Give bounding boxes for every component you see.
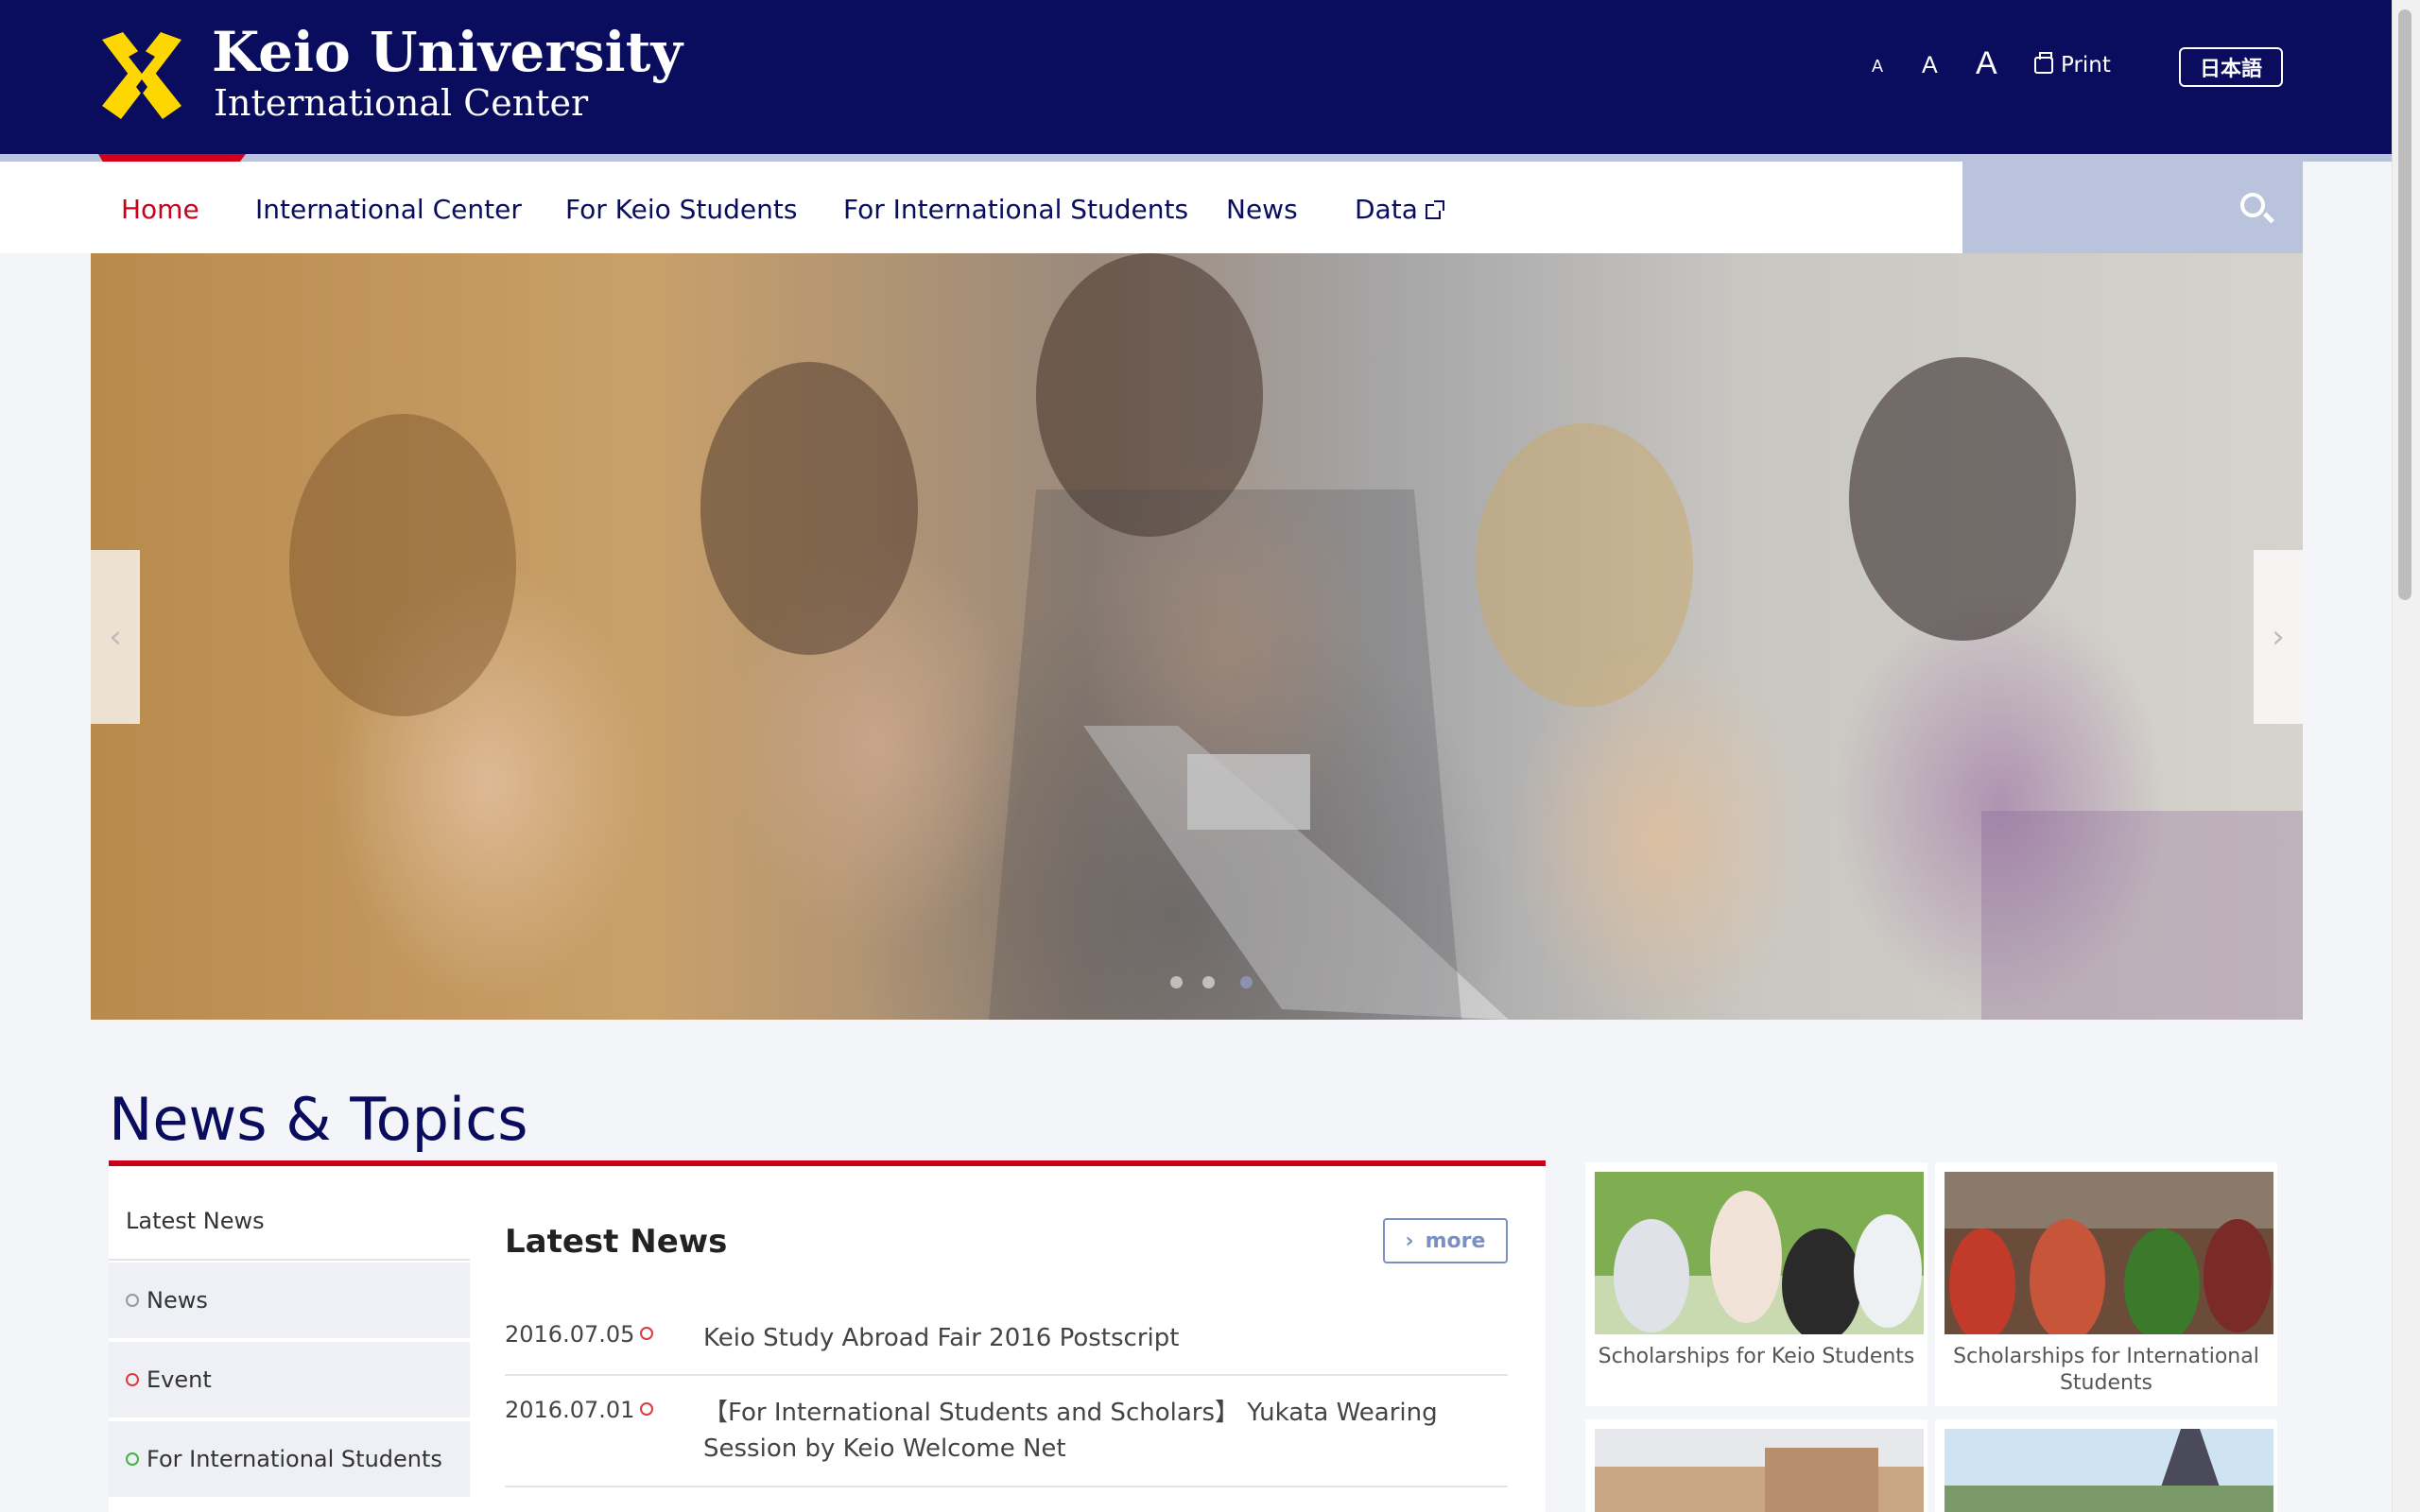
tab-news[interactable]: News (109, 1263, 470, 1340)
logo-subtitle[interactable]: International Center (214, 85, 588, 121)
external-link-icon (1425, 200, 1444, 219)
nav-item-for-international-students[interactable]: For International Students (843, 194, 1188, 225)
news-link[interactable]: 【For International Students and Scholars… (703, 1395, 1507, 1467)
news-date: 2016.07.05 (505, 1321, 635, 1348)
circle-grey-icon (126, 1294, 139, 1307)
tab-news-label: News (147, 1287, 208, 1314)
more-button[interactable]: › more (1383, 1218, 1508, 1263)
tab-event[interactable]: Event (109, 1342, 470, 1419)
tab-latest-news[interactable]: Latest News (109, 1183, 470, 1261)
slider-next-button[interactable]: › (2254, 550, 2303, 724)
slider-dot-3[interactable] (1240, 976, 1253, 988)
circle-green-icon (126, 1452, 139, 1466)
tab-event-label: Event (147, 1366, 212, 1393)
card-photo-international-students (1945, 1172, 2273, 1334)
font-size-medium-button[interactable]: A (1922, 52, 1938, 79)
card-campus-building[interactable] (1585, 1419, 1927, 1512)
nav-item-for-keio-students[interactable]: For Keio Students (565, 194, 797, 225)
latest-news-title: Latest News (505, 1223, 728, 1261)
card-label: Scholarships for International Students (1953, 1345, 2259, 1395)
card-photo-students (1595, 1172, 1924, 1334)
more-label: more (1425, 1228, 1486, 1253)
print-label: Print (2061, 53, 2111, 77)
printer-icon (2034, 52, 2053, 74)
news-divider (505, 1486, 1508, 1487)
news-link[interactable]: Keio Study Abroad Fair 2016 Postscript (703, 1320, 1507, 1356)
card-photo-tower (1945, 1429, 2273, 1512)
nav-item-news[interactable]: News (1226, 194, 1298, 225)
nav-item-home[interactable]: Home (121, 194, 199, 225)
tab-for-international-students[interactable]: For International Students (109, 1421, 470, 1499)
chevron-right-icon: › (1405, 1228, 1414, 1253)
news-category-dot-icon (640, 1327, 653, 1340)
news-divider (505, 1374, 1508, 1376)
card-photo-building (1595, 1429, 1924, 1512)
nav-item-international-center[interactable]: International Center (255, 194, 522, 225)
card-label: Scholarships for Keio Students (1598, 1345, 1915, 1368)
tab-for-international-students-label: For International Students (147, 1446, 442, 1472)
news-date: 2016.07.01 (505, 1397, 635, 1423)
scholarship-keio-card[interactable]: Scholarships for Keio Students (1585, 1162, 1927, 1406)
nav-item-data[interactable]: Data (1355, 194, 1444, 225)
search-icon[interactable] (2240, 193, 2265, 217)
header-divider (0, 154, 2392, 162)
language-toggle-button[interactable]: 日本語 (2179, 47, 2283, 87)
font-size-small-button[interactable]: A (1872, 57, 1883, 77)
hero-slider-image (91, 253, 2303, 1020)
slider-dot-2[interactable] (1202, 976, 1215, 988)
slider-prev-button[interactable]: ‹ (91, 550, 140, 724)
font-size-large-button[interactable]: A (1976, 45, 1997, 82)
keio-pen-logo-icon[interactable] (95, 28, 189, 123)
logo-title[interactable]: Keio University (212, 25, 683, 79)
circle-red-icon (126, 1373, 139, 1386)
slider-dot-1[interactable] (1170, 976, 1183, 988)
section-title: News & Topics (109, 1085, 528, 1154)
hero-photo-art (289, 253, 2303, 1020)
card-campus-tower[interactable] (1935, 1419, 2277, 1512)
print-button[interactable]: Print (2034, 52, 2111, 77)
scholarship-international-card[interactable]: Scholarships for International Students (1935, 1162, 2277, 1406)
nav-item-data-label: Data (1355, 194, 1418, 225)
scrollbar-thumb[interactable] (2398, 9, 2411, 600)
news-category-dot-icon (640, 1402, 653, 1416)
